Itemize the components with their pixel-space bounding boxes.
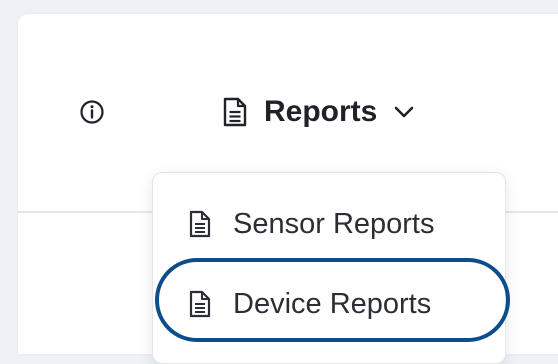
menu-item-sensor-reports[interactable]: Sensor Reports <box>189 200 435 248</box>
reports-dropdown-menu: Sensor Reports Device Reports <box>152 172 506 364</box>
document-icon <box>189 290 211 318</box>
menu-item-device-reports[interactable]: Device Reports <box>189 280 431 328</box>
reports-menu-label: Reports <box>264 95 378 128</box>
chevron-down-icon <box>395 106 414 118</box>
document-icon <box>223 97 247 127</box>
document-icon <box>189 210 211 238</box>
info-icon[interactable] <box>79 99 105 125</box>
reports-menu-button[interactable]: Reports <box>222 88 415 136</box>
menu-item-label: Sensor Reports <box>233 207 435 240</box>
menu-item-label: Device Reports <box>233 287 432 320</box>
